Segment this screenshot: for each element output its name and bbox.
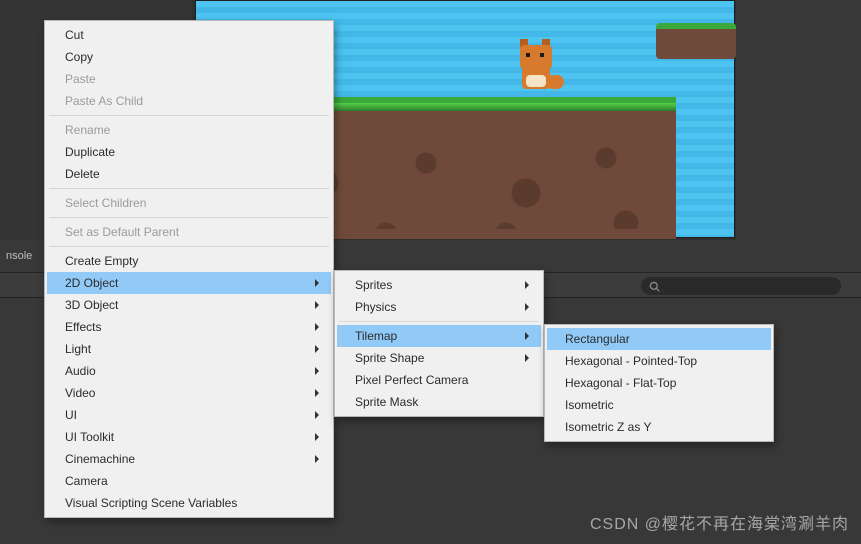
- menu-item-duplicate[interactable]: Duplicate: [47, 141, 331, 163]
- console-tab-label[interactable]: nsole: [0, 246, 38, 266]
- search-icon: [649, 281, 660, 292]
- menu-item-2d-object[interactable]: 2D Object: [47, 272, 331, 294]
- menu-item-3d-object[interactable]: 3D Object: [47, 294, 331, 316]
- menu-item-ui-toolkit[interactable]: UI Toolkit: [47, 426, 331, 448]
- menu-item-video[interactable]: Video: [47, 382, 331, 404]
- menu-item-delete[interactable]: Delete: [47, 163, 331, 185]
- menu-item-paste-as-child: Paste As Child: [47, 90, 331, 112]
- context-menu-tilemap: RectangularHexagonal - Pointed-TopHexago…: [544, 324, 774, 442]
- menu-item-pixel-perfect-camera[interactable]: Pixel Perfect Camera: [337, 369, 541, 391]
- menu-item-audio[interactable]: Audio: [47, 360, 331, 382]
- menu-item-cinemachine[interactable]: Cinemachine: [47, 448, 331, 470]
- menu-item-paste: Paste: [47, 68, 331, 90]
- menu-item-isometric-z-as-y[interactable]: Isometric Z as Y: [547, 416, 771, 438]
- menu-item-visual-scripting-scene-variables[interactable]: Visual Scripting Scene Variables: [47, 492, 331, 514]
- search-input[interactable]: [641, 277, 841, 295]
- menu-item-sprites[interactable]: Sprites: [337, 274, 541, 296]
- menu-item-isometric[interactable]: Isometric: [547, 394, 771, 416]
- menu-item-hexagonal-pointed-top[interactable]: Hexagonal - Pointed-Top: [547, 350, 771, 372]
- menu-item-sprite-mask[interactable]: Sprite Mask: [337, 391, 541, 413]
- menu-item-light[interactable]: Light: [47, 338, 331, 360]
- menu-separator: [49, 217, 329, 218]
- menu-item-camera[interactable]: Camera: [47, 470, 331, 492]
- menu-item-rectangular[interactable]: Rectangular: [547, 328, 771, 350]
- menu-separator: [49, 188, 329, 189]
- menu-separator: [49, 246, 329, 247]
- watermark-text: CSDN @樱花不再在海棠湾涮羊肉: [590, 510, 849, 534]
- menu-item-sprite-shape[interactable]: Sprite Shape: [337, 347, 541, 369]
- menu-item-cut[interactable]: Cut: [47, 24, 331, 46]
- floating-island: [656, 23, 736, 59]
- menu-item-select-children: Select Children: [47, 192, 331, 214]
- menu-separator: [339, 321, 539, 322]
- menu-item-tilemap[interactable]: Tilemap: [337, 325, 541, 347]
- menu-item-create-empty[interactable]: Create Empty: [47, 250, 331, 272]
- menu-item-hexagonal-flat-top[interactable]: Hexagonal - Flat-Top: [547, 372, 771, 394]
- context-menu-main: CutCopyPastePaste As Child RenameDuplicat…: [44, 20, 334, 518]
- fox-sprite: [512, 45, 560, 99]
- menu-item-copy[interactable]: Copy: [47, 46, 331, 68]
- menu-separator: [49, 115, 329, 116]
- menu-item-effects[interactable]: Effects: [47, 316, 331, 338]
- context-menu-2d-object: SpritesPhysics TilemapSprite ShapePixel P…: [334, 270, 544, 417]
- menu-item-physics[interactable]: Physics: [337, 296, 541, 318]
- menu-item-ui[interactable]: UI: [47, 404, 331, 426]
- menu-item-rename: Rename: [47, 119, 331, 141]
- menu-item-set-as-default-parent: Set as Default Parent: [47, 221, 331, 243]
